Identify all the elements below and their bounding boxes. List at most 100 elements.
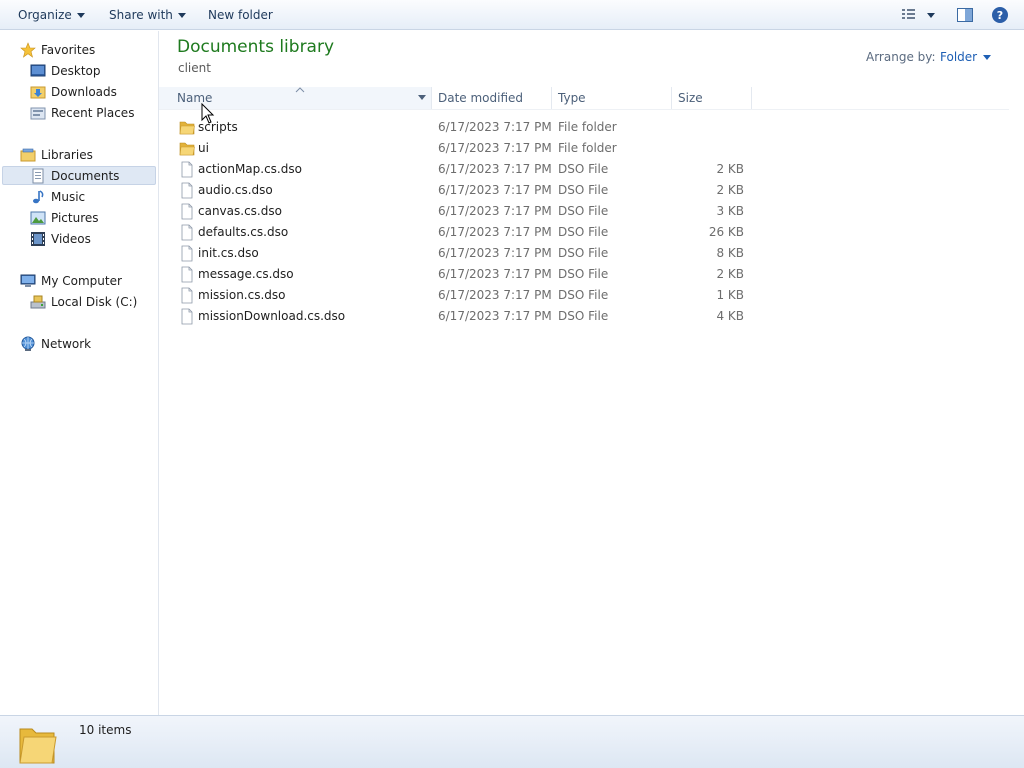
downloads-folder-icon: [30, 86, 46, 99]
folder-icon: [179, 142, 195, 156]
file-row[interactable]: audio.cs.dso 6/17/2023 7:17 PM DSO File 2 K…: [159, 180, 919, 201]
file-row[interactable]: mission.cs.dso 6/17/2023 7:17 PM DSO File 1…: [159, 285, 919, 306]
column-header-name[interactable]: Name: [159, 87, 431, 109]
file-type: DSO File: [558, 183, 609, 197]
file-type: DSO File: [558, 204, 609, 218]
nav-local-disk-label: Local Disk (C:): [51, 295, 138, 309]
file-type: File folder: [558, 141, 617, 155]
file-date-modified: 6/17/2023 7:17 PM: [438, 309, 552, 323]
file-date-modified: 6/17/2023 7:17 PM: [438, 183, 552, 197]
column-header-date[interactable]: Date modified: [438, 87, 548, 109]
svg-text:?: ?: [997, 9, 1003, 22]
column-divider[interactable]: [671, 87, 672, 109]
nav-recent-places-label: Recent Places: [51, 106, 135, 120]
nav-network-label: Network: [41, 337, 92, 351]
nav-pictures-label: Pictures: [51, 211, 99, 225]
libraries-icon: [20, 148, 36, 162]
file-row[interactable]: canvas.cs.dso 6/17/2023 7:17 PM DSO File 3 …: [159, 201, 919, 222]
file-date-modified: 6/17/2023 7:17 PM: [438, 162, 552, 176]
share-with-button[interactable]: Share with: [109, 7, 186, 23]
file-date-modified: 6/17/2023 7:17 PM: [438, 225, 552, 239]
desktop-icon: [30, 64, 46, 77]
file-size: 26 KB: [708, 225, 744, 239]
computer-icon: [20, 274, 36, 287]
column-header-size[interactable]: Size: [678, 87, 748, 109]
file-name: missionDownload.cs.dso: [198, 309, 346, 323]
nav-favorites-label: Favorites: [41, 43, 96, 57]
file-date-modified: 6/17/2023 7:17 PM: [438, 204, 552, 218]
new-folder-button[interactable]: New folder: [208, 7, 273, 23]
view-list-icon: [902, 9, 935, 19]
network-icon: [21, 336, 35, 351]
arrange-by-value: Folder: [940, 50, 978, 64]
library-subtitle: client: [178, 61, 211, 75]
file-type: DSO File: [558, 309, 609, 323]
help-button[interactable]: ?: [991, 6, 1009, 27]
recent-places-icon: [30, 107, 46, 120]
chevron-down-icon: [177, 13, 186, 18]
status-item-count: 10 items: [79, 723, 132, 737]
command-bar: Organize Share with New folder ?: [0, 0, 1024, 30]
nav-videos-label: Videos: [51, 232, 91, 246]
file-row[interactable]: actionMap.cs.dso 6/17/2023 7:17 PM DSO Fil…: [159, 159, 919, 180]
content-pane: Documents library client Arrange by: Fol…: [159, 31, 1024, 715]
nav-my-computer-label: My Computer: [41, 274, 122, 288]
file-row[interactable]: scripts 6/17/2023 7:17 PM File folder: [159, 117, 919, 138]
file-type: DSO File: [558, 246, 609, 260]
file-icon: [181, 245, 193, 262]
file-name: init.cs.dso: [198, 246, 259, 260]
file-name: actionMap.cs.dso: [198, 162, 302, 176]
organize-button[interactable]: Organize: [18, 7, 85, 23]
folder-icon: [179, 121, 195, 135]
folder-large-icon: [19, 728, 57, 764]
column-divider[interactable]: [751, 87, 752, 109]
documents-icon: [32, 168, 44, 184]
file-size: 8 KB: [716, 246, 744, 260]
videos-film-icon: [31, 232, 45, 246]
file-size: 1 KB: [716, 288, 744, 302]
file-date-modified: 6/17/2023 7:17 PM: [438, 288, 552, 302]
share-with-label: Share with: [109, 8, 173, 22]
navigation-pane: Favorites Desktop Downloads Recent Place…: [0, 31, 159, 715]
column-divider[interactable]: [431, 87, 432, 109]
column-header-type[interactable]: Type: [558, 87, 668, 109]
nav-documents-label: Documents: [51, 169, 120, 183]
new-folder-label: New folder: [208, 8, 273, 22]
file-icon: [181, 224, 193, 241]
column-divider[interactable]: [551, 87, 552, 109]
file-row[interactable]: defaults.cs.dso 6/17/2023 7:17 PM DSO File…: [159, 222, 919, 243]
file-name: mission.cs.dso: [198, 288, 286, 302]
file-type: DSO File: [558, 267, 609, 281]
file-row[interactable]: missionDownload.cs.dso 6/17/2023 7:17 PM D…: [159, 306, 919, 327]
file-icon: [181, 266, 193, 283]
file-type: DSO File: [558, 162, 609, 176]
file-icon: [181, 308, 193, 325]
mouse-cursor-icon: [201, 103, 215, 124]
file-size: 3 KB: [716, 204, 744, 218]
file-row[interactable]: init.cs.dso 6/17/2023 7:17 PM DSO File 8 KB: [159, 243, 919, 264]
file-icon: [181, 182, 193, 199]
file-date-modified: 6/17/2023 7:17 PM: [438, 246, 552, 260]
file-size: 2 KB: [716, 267, 744, 281]
file-name: ui: [198, 141, 209, 155]
file-row[interactable]: message.cs.dso 6/17/2023 7:17 PM DSO File 2…: [159, 264, 919, 285]
file-size: 4 KB: [716, 309, 744, 323]
chevron-down-icon: [76, 13, 85, 18]
file-date-modified: 6/17/2023 7:17 PM: [438, 120, 552, 134]
file-name: canvas.cs.dso: [198, 204, 282, 218]
file-date-modified: 6/17/2023 7:17 PM: [438, 267, 552, 281]
file-name: message.cs.dso: [198, 267, 294, 281]
chevron-down-icon: [983, 55, 992, 60]
file-row[interactable]: ui 6/17/2023 7:17 PM File folder: [159, 138, 919, 159]
local-disk-icon: [30, 295, 46, 309]
column-filter-chevron-icon[interactable]: [418, 95, 426, 101]
preview-pane-button[interactable]: [956, 6, 974, 27]
change-view-button[interactable]: [901, 6, 941, 27]
file-size: 2 KB: [716, 162, 744, 176]
file-type: DSO File: [558, 225, 609, 239]
file-type: DSO File: [558, 288, 609, 302]
file-name: defaults.cs.dso: [198, 225, 289, 239]
file-icon: [181, 287, 193, 304]
music-note-icon: [33, 190, 44, 204]
arrange-by-dropdown[interactable]: Folder: [940, 50, 992, 64]
